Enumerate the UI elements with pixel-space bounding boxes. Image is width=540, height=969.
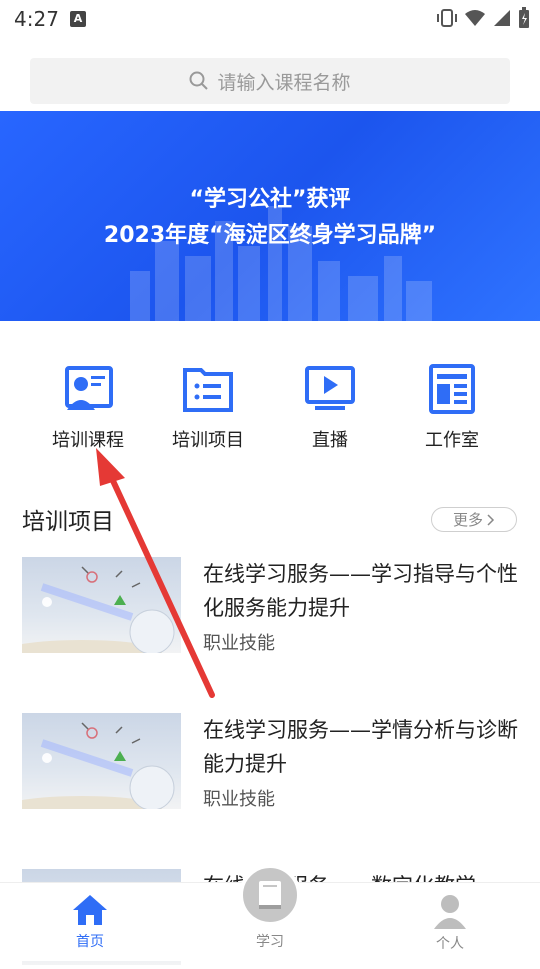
banner-headline-2: 2023年度“海淀区终身学习品牌”	[103, 223, 437, 248]
quick-link-label: 工作室	[425, 430, 479, 451]
quick-link-studio[interactable]: 工作室	[392, 362, 512, 452]
more-button[interactable]: 更多	[431, 507, 517, 532]
tab-label: 学习	[256, 934, 284, 950]
wifi-icon	[465, 10, 485, 26]
course-title: 在线学习服务——学习指导与个性化服务能力提升	[203, 562, 518, 620]
quick-link-live[interactable]: 直播	[270, 362, 390, 452]
status-time: 4:27	[14, 7, 59, 31]
battery-icon	[519, 7, 529, 28]
quick-link-training-course[interactable]: 培训课程	[28, 362, 148, 452]
list-item[interactable]: 在线学习服务——学情分析与诊断能力提升 职业技能	[22, 713, 522, 813]
vibrate-icon	[437, 9, 457, 27]
quick-links: 培训课程 培训项目 直播 工作室	[0, 362, 540, 452]
search-bar[interactable]: 请输入课程名称	[30, 58, 510, 104]
list-item[interactable]: 在线学习服务——学习指导与个性化服务能力提升 职业技能	[22, 557, 522, 657]
document-layout-icon	[429, 364, 475, 414]
book-icon	[259, 881, 281, 909]
quick-link-training-project[interactable]: 培训项目	[148, 362, 268, 452]
course-thumbnail	[22, 713, 181, 809]
tab-label: 首页	[76, 934, 104, 950]
quick-link-label: 培训课程	[52, 430, 124, 451]
learn-center-button[interactable]	[239, 864, 301, 926]
system-icons	[436, 6, 530, 30]
course-thumbnail	[22, 557, 181, 653]
notification-a-icon: A	[70, 11, 86, 27]
quick-link-label: 直播	[312, 430, 348, 451]
search-icon	[189, 71, 209, 90]
more-label: 更多	[452, 511, 483, 529]
banner-headline-1: “学习公社”获评	[189, 187, 351, 212]
lightbulb-illustration	[22, 722, 175, 809]
home-icon	[73, 895, 107, 925]
lightbulb-illustration	[22, 566, 175, 653]
tab-profile[interactable]: 个人	[400, 893, 500, 953]
tab-home[interactable]: 首页	[40, 893, 140, 951]
quick-link-label: 培训项目	[172, 430, 244, 451]
chevron-right-icon	[487, 513, 495, 526]
status-bar: 4:27 A	[0, 0, 540, 38]
tab-label: 个人	[436, 936, 464, 952]
folder-list-icon	[183, 368, 233, 412]
course-title: 在线学习服务——学情分析与诊断能力提升	[203, 718, 518, 776]
search-input[interactable]: 请输入课程名称	[217, 68, 350, 95]
course-category: 职业技能	[203, 789, 275, 810]
person-icon	[434, 895, 466, 929]
course-category: 职业技能	[203, 633, 275, 654]
promo-banner[interactable]: “学习公社”获评 2023年度“海淀区终身学习品牌”	[0, 111, 540, 321]
section-title: 培训项目	[22, 509, 114, 535]
live-play-icon	[305, 366, 355, 410]
signal-icon	[494, 10, 510, 26]
course-teacher-icon	[65, 366, 113, 410]
